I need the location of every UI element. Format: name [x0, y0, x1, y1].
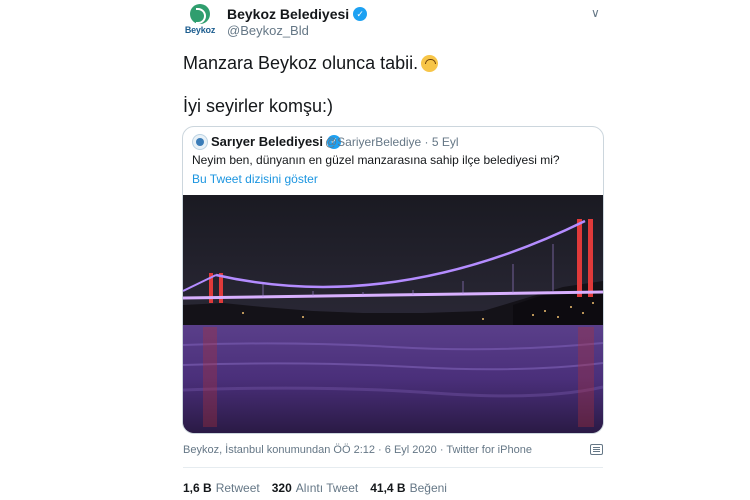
- like-count: 41,4 B: [370, 481, 406, 495]
- divider: [183, 467, 603, 468]
- author-handle[interactable]: @Beykoz_Bld: [227, 23, 309, 38]
- author-avatar[interactable]: Beykoz: [183, 4, 217, 38]
- retweet-stat[interactable]: 1,6 B Retweet: [183, 481, 260, 495]
- quote-count: 320: [271, 481, 292, 495]
- author-name[interactable]: Beykoz Belediyesi: [227, 6, 349, 22]
- water: [183, 325, 603, 433]
- quoted-author-name[interactable]: Sarıyer Belediyesi: [211, 134, 323, 149]
- quoted-tweet-text: Neyim ben, dünyanın en güzel manzarasına…: [192, 153, 560, 167]
- quoted-author-meta: @SariyerBelediye · 5 Eyl: [325, 135, 459, 149]
- show-thread-link[interactable]: Bu Tweet dizisini göster: [192, 172, 318, 186]
- tweet-text-line-2: İyi seyirler komşu:): [183, 96, 334, 116]
- chevron-down-icon[interactable]: ∨: [591, 6, 600, 20]
- tweet-text-line-1: Manzara Beykoz olunca tabii.: [183, 53, 439, 74]
- quoted-tweet-image[interactable]: [183, 195, 603, 433]
- verified-badge-icon: ✓: [353, 7, 368, 21]
- retweet-count: 1,6 B: [183, 481, 212, 495]
- beykoz-logo-icon: [190, 4, 210, 24]
- tweet-card: Beykoz Beykoz Belediyesi ✓ @Beykoz_Bld ∨…: [167, 0, 617, 500]
- tweet-stats: 1,6 B Retweet 320 Alıntı Tweet 41,4 B Beğen…: [183, 481, 447, 495]
- avatar-logo-text: Beykoz: [184, 25, 216, 35]
- analytics-icon[interactable]: [590, 444, 603, 455]
- quoted-author-avatar[interactable]: [192, 134, 208, 150]
- tower-reflection-right: [578, 327, 594, 427]
- quoted-author-name-row[interactable]: Sarıyer Belediyesi ✓: [211, 134, 342, 149]
- like-stat[interactable]: 41,4 B Beğeni: [370, 481, 447, 495]
- tweet-meta[interactable]: Beykoz, İstanbul konumundan ÖÖ 2:12 · 6 …: [183, 444, 532, 456]
- upside-down-face-icon: [421, 55, 439, 72]
- bridge-tower-right: [577, 219, 582, 297]
- quote-stat[interactable]: 320 Alıntı Tweet: [272, 481, 359, 495]
- quoted-tweet[interactable]: Sarıyer Belediyesi ✓ @SariyerBelediye · …: [182, 126, 604, 434]
- retweet-label: Retweet: [215, 481, 260, 495]
- quote-label: Alıntı Tweet: [295, 481, 359, 495]
- tweet-text: Manzara Beykoz olunca tabii.: [183, 53, 419, 73]
- author-name-row[interactable]: Beykoz Belediyesi ✓: [227, 6, 368, 22]
- tower-reflection-left: [203, 327, 217, 427]
- like-label: Beğeni: [409, 481, 447, 495]
